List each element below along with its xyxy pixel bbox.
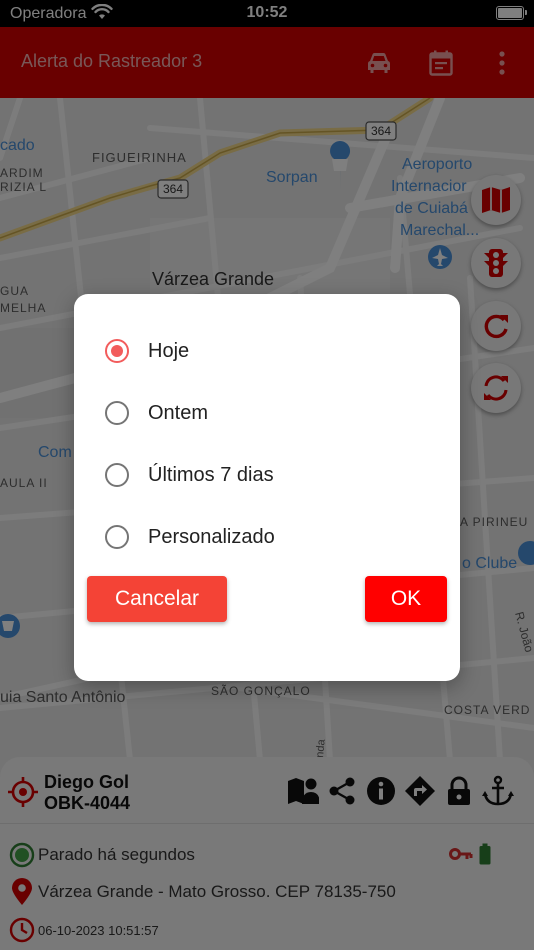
option-label: Ontem xyxy=(148,401,209,424)
option-label: Hoje xyxy=(148,339,190,362)
period-dialog: Hoje Ontem Últimos 7 dias Personalizado … xyxy=(74,294,460,681)
option-personalizado[interactable]: Personalizado xyxy=(105,517,275,557)
radio-button[interactable] xyxy=(105,401,129,425)
radio-button[interactable] xyxy=(105,463,129,487)
option-hoje[interactable]: Hoje xyxy=(105,331,189,371)
option-ultimos-7-dias[interactable]: Últimos 7 dias xyxy=(105,455,274,495)
radio-button-selected[interactable] xyxy=(105,339,129,363)
option-label: Personalizado xyxy=(148,525,275,548)
cancel-button[interactable]: Cancelar xyxy=(87,576,227,622)
option-ontem[interactable]: Ontem xyxy=(105,393,208,433)
ok-button[interactable]: OK xyxy=(365,576,447,622)
option-label: Últimos 7 dias xyxy=(148,463,274,486)
radio-button[interactable] xyxy=(105,525,129,549)
